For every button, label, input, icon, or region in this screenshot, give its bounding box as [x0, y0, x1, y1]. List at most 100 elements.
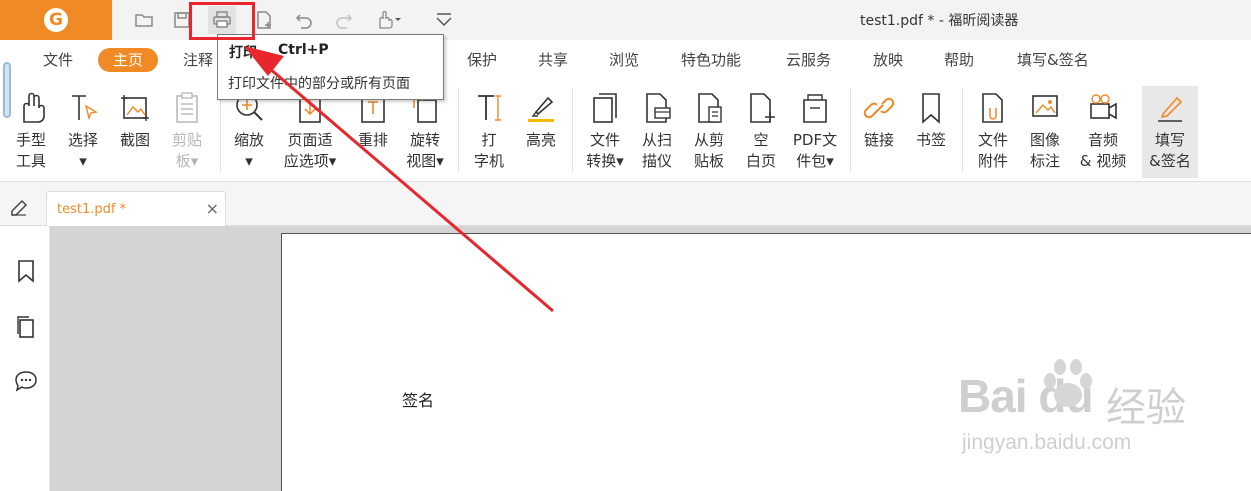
fill-sign-label: 填写 &签名 [1149, 131, 1191, 170]
zoom-button[interactable]: 缩放 ▾ [220, 90, 278, 180]
typewriter-label: 打 字机 [473, 131, 504, 170]
attachment-icon [982, 93, 1003, 123]
menu-fill-sign[interactable]: 填写&签名 [1002, 48, 1104, 72]
hand-icon [23, 92, 45, 123]
from-clipboard-icon [698, 93, 722, 123]
audio-video-button[interactable]: 音频 & 视频 [1072, 90, 1134, 180]
menu-bar: 文件 主页 注释 保护 共享 浏览 特色功能 云服务 放映 帮助 填写&签名 [0, 40, 1251, 80]
from-scanner-button[interactable]: 从扫 描仪 [628, 90, 686, 180]
navigation-panel [0, 226, 50, 491]
file-attachment-label: 文件 附件 [977, 131, 1008, 170]
select-text-icon [72, 95, 98, 121]
pdf-portfolio-icon [803, 94, 827, 123]
blank-page-icon [750, 93, 775, 123]
from-clipboard-button[interactable]: 从剪 贴板 [680, 90, 738, 180]
hand-tool-label: 手型 工具 [15, 131, 46, 170]
redo-button[interactable] [330, 6, 358, 34]
snapshot-label: 截图 [119, 131, 150, 149]
from-scanner-label: 从扫 描仪 [641, 131, 672, 170]
image-annotation-button[interactable]: 图像 标注 [1016, 90, 1074, 180]
fill-sign-icon [1158, 96, 1183, 122]
bookmark-label: 书签 [915, 131, 946, 149]
new-doc-icon [257, 11, 271, 29]
menu-protect[interactable]: 保护 [452, 48, 512, 72]
bookmark-panel-icon[interactable] [13, 258, 39, 284]
app-menu-button[interactable]: G [0, 0, 112, 40]
fill-sign-button[interactable]: 填写 &签名 [1142, 86, 1198, 178]
blank-page-button[interactable]: 空 白页 [732, 90, 790, 180]
rotate-view-label: 旋转 视图▾ [406, 131, 444, 170]
comments-panel-icon[interactable] [13, 368, 39, 394]
ribbon-toolbar: 手型 工具 选择 ▾ 截图 剪贴 板▾ 缩放 ▾ 页面适 应选项▾ 重排 旋转 … [0, 62, 1251, 182]
document-tab-bar: test1.pdf * × [0, 182, 1251, 227]
customize-toolbar-button[interactable] [430, 6, 458, 34]
highlight-label: 高亮 [525, 131, 556, 149]
select-label: 选择 ▾ [67, 131, 98, 170]
highlight-box-annotation [189, 2, 255, 40]
menu-cloud[interactable]: 云服务 [771, 48, 846, 72]
reflow-button[interactable]: 重排 [344, 90, 402, 180]
app-window: G test1.pdf * - 福昕阅读器 文件 主页 注释 保护 共享 浏览 … [0, 0, 1251, 491]
pdf-portfolio-button[interactable]: PDF文 件包▾ [784, 90, 846, 180]
undo-button[interactable] [290, 6, 318, 34]
file-attachment-button[interactable]: 文件 附件 [964, 90, 1022, 180]
select-button[interactable]: 选择 ▾ [54, 90, 112, 180]
hand-tool-button[interactable]: 手型 工具 [2, 90, 60, 180]
menu-home[interactable]: 主页 [98, 48, 159, 72]
menu-present[interactable]: 放映 [858, 48, 918, 72]
open-file-button[interactable] [130, 6, 158, 34]
ribbon-separator [572, 88, 573, 172]
bookmark-button[interactable]: 书签 [902, 90, 960, 180]
watermark-chinese: 经验 [1106, 385, 1186, 431]
zoom-label: 缩放 ▾ [233, 131, 264, 170]
ribbon-separator [458, 88, 459, 172]
tooltip-shortcut: Ctrl+P [278, 42, 329, 58]
scanner-icon [646, 93, 671, 123]
highlight-button[interactable]: 高亮 [512, 90, 570, 180]
menu-view[interactable]: 浏览 [594, 48, 654, 72]
page-fit-button[interactable]: 页面适 应选项▾ [278, 90, 342, 180]
typewriter-button[interactable]: 打 字机 [460, 90, 518, 180]
file-convert-icon [593, 93, 617, 123]
hand-tool-icon [379, 10, 401, 29]
undo-icon [295, 14, 312, 29]
reflow-label: 重排 [357, 131, 388, 149]
customize-dropdown-icon [436, 13, 452, 27]
window-title: test1.pdf * - 福昕阅读器 [860, 13, 1019, 29]
image-annotation-label: 图像 标注 [1029, 131, 1060, 170]
clipboard-label: 剪贴 板▾ [171, 131, 202, 170]
folder-open-icon [135, 14, 153, 27]
pages-panel-icon[interactable] [13, 314, 39, 340]
hand-tool-dropdown[interactable] [370, 6, 406, 34]
page-signature-text: 签名 [402, 391, 435, 410]
clipboard-button[interactable]: 剪贴 板▾ [158, 90, 216, 180]
blank-page-label: 空 白页 [745, 131, 776, 170]
audio-video-icon [1090, 94, 1117, 120]
baidu-watermark: Bai du 经验 jingyan.baidu.com [958, 345, 1208, 465]
rotate-view-button[interactable]: 旋转 视图▾ [396, 90, 454, 180]
redo-icon [336, 14, 353, 29]
page-fit-label: 页面适 应选项▾ [283, 131, 337, 170]
menu-help[interactable]: 帮助 [929, 48, 989, 72]
typewriter-icon [478, 95, 501, 121]
file-convert-button[interactable]: 文件 转换▾ [576, 90, 634, 180]
clipboard-icon [176, 92, 198, 123]
paw-icon [1044, 359, 1092, 407]
title-bar: G test1.pdf * - 福昕阅读器 [0, 0, 1251, 40]
menu-features[interactable]: 特色功能 [666, 48, 756, 72]
menu-share[interactable]: 共享 [523, 48, 583, 72]
link-label: 链接 [863, 131, 894, 149]
link-button[interactable]: 链接 [850, 90, 908, 180]
audio-video-label: 音频 & 视频 [1079, 131, 1127, 170]
tooltip-description: 打印文件中的部分或所有页面 [228, 76, 410, 92]
from-clipboard-label: 从剪 贴板 [693, 131, 724, 170]
document-tab[interactable]: test1.pdf * × [46, 191, 226, 227]
close-icon[interactable]: × [206, 199, 219, 218]
highlight-icon [528, 96, 554, 122]
document-tab-label: test1.pdf * [57, 202, 127, 217]
watermark-url: jingyan.baidu.com [962, 431, 1132, 454]
image-annotation-icon [1032, 95, 1058, 117]
menu-file[interactable]: 文件 [28, 48, 88, 72]
snapshot-button[interactable]: 截图 [106, 90, 164, 180]
eraser-icon[interactable] [8, 195, 30, 217]
